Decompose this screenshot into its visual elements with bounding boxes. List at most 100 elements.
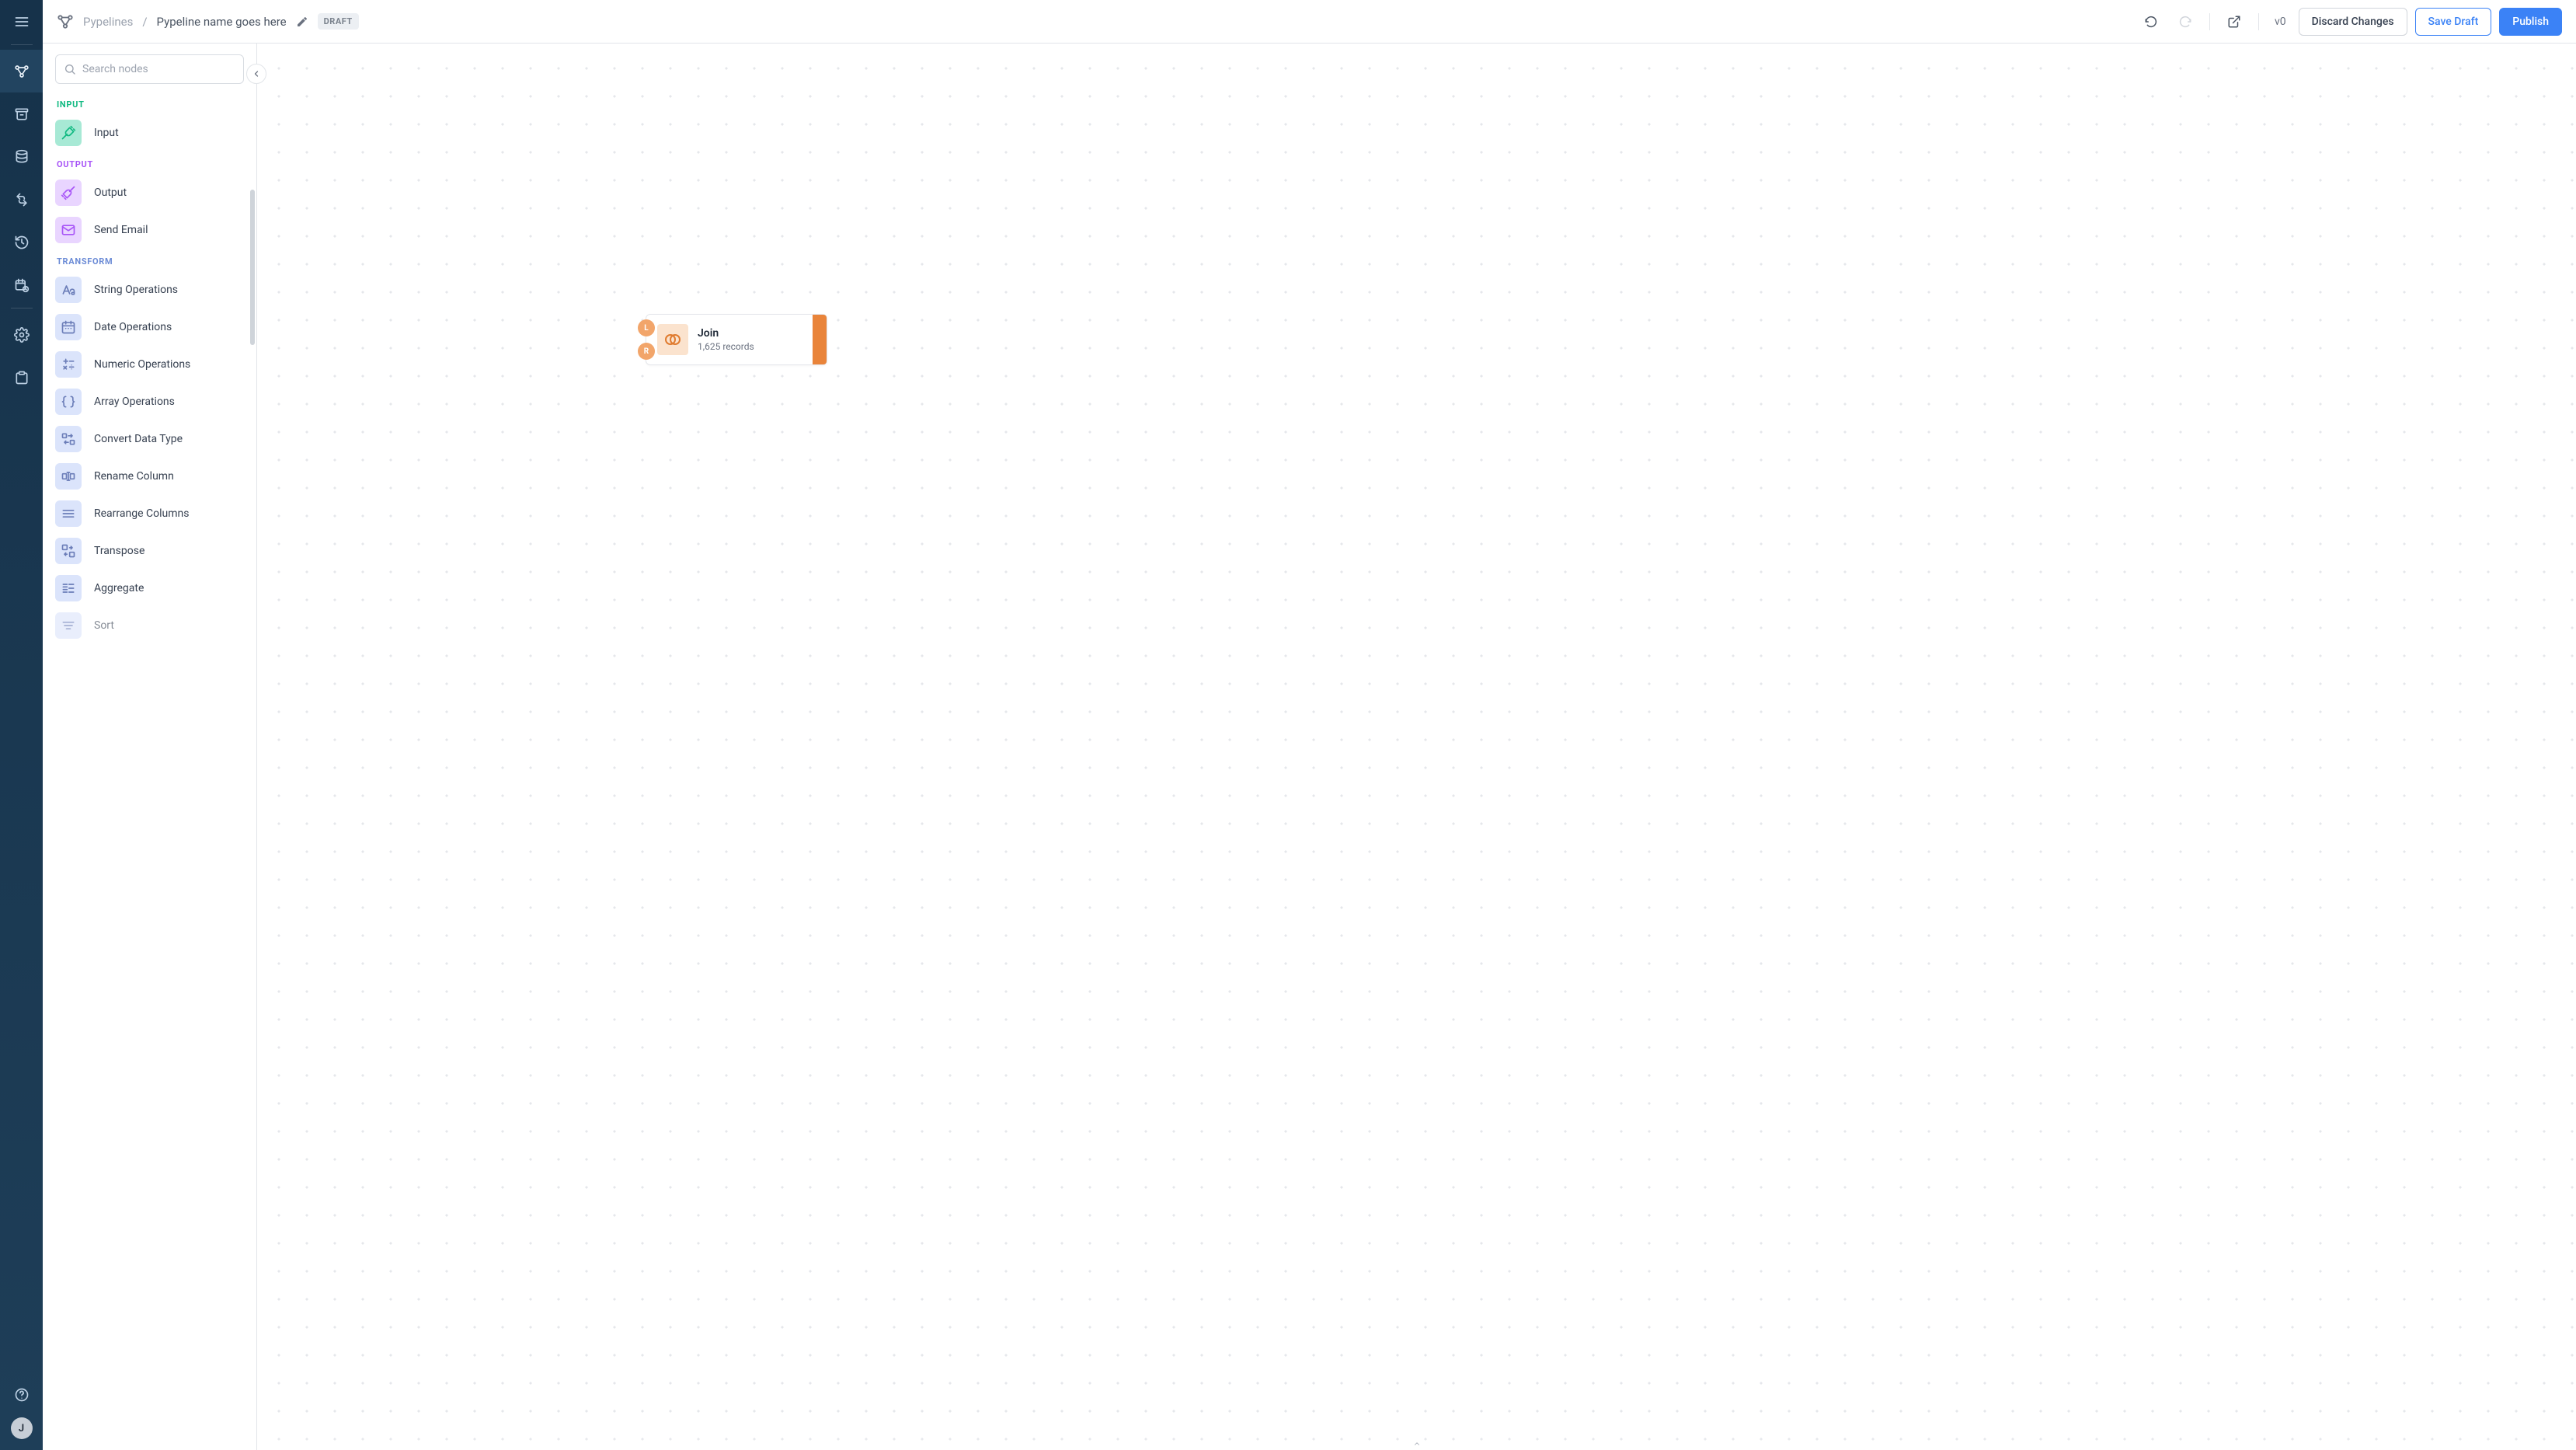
rename-button[interactable] — [296, 16, 308, 28]
node-send-email[interactable]: Send Email — [55, 211, 250, 249]
nav-settings[interactable] — [0, 313, 43, 356]
nav-archive[interactable] — [0, 92, 43, 135]
calendar-clock-icon — [14, 277, 30, 293]
pipeline-icon — [14, 64, 30, 79]
node-panel: INPUT Input OUTPUT Output — [43, 44, 257, 1450]
nav-pipelines[interactable] — [0, 50, 43, 92]
node-label: Sort — [94, 619, 114, 632]
nav-rail: J — [0, 0, 43, 1450]
toolbar: Pypelines / Pypeline name goes here DRAF… — [43, 0, 2576, 44]
history-icon — [14, 235, 30, 250]
node-input[interactable]: Input — [55, 114, 250, 152]
pencil-icon — [296, 16, 308, 28]
clipboard-icon — [14, 370, 30, 385]
node-label: String Operations — [94, 284, 178, 296]
nav-connections[interactable] — [0, 178, 43, 221]
node-list[interactable]: INPUT Input OUTPUT Output — [43, 89, 256, 1450]
node-date-operations[interactable]: Date Operations — [55, 308, 250, 346]
node-label: Rename Column — [94, 470, 174, 483]
sort-icon-svg — [61, 618, 76, 633]
node-rearrange-columns[interactable]: Rearrange Columns — [55, 495, 250, 532]
join-icon — [663, 330, 682, 349]
toolbar-separator — [2209, 13, 2210, 30]
database-icon — [14, 149, 30, 165]
convert-type-icon — [55, 426, 82, 452]
send-email-icon — [55, 217, 82, 243]
breadcrumb-root[interactable]: Pypelines — [83, 15, 133, 29]
join-output-port[interactable] — [813, 315, 827, 364]
bottom-drawer-handle[interactable] — [257, 1438, 2576, 1450]
node-label: Array Operations — [94, 396, 175, 408]
help-button[interactable] — [0, 1382, 43, 1408]
node-label: Input — [94, 127, 119, 139]
main-area: Pypelines / Pypeline name goes here DRAF… — [43, 0, 2576, 1450]
discard-button[interactable]: Discard Changes — [2299, 8, 2407, 36]
redo-icon — [2178, 15, 2192, 29]
search-input-wrapper[interactable] — [55, 54, 244, 84]
node-transpose[interactable]: Transpose — [55, 532, 250, 570]
publish-button[interactable]: Publish — [2499, 8, 2562, 36]
nav-database[interactable] — [0, 135, 43, 178]
text-icon — [61, 282, 76, 298]
columns-icon — [61, 506, 76, 521]
draft-badge: DRAFT — [318, 13, 359, 30]
date-ops-icon — [55, 314, 82, 340]
node-convert-data-type[interactable]: Convert Data Type — [55, 420, 250, 458]
node-sort[interactable]: Sort — [55, 607, 250, 644]
output-node-icon — [55, 180, 82, 206]
canvas[interactable]: L R Join 1,625 records — [257, 44, 2576, 1450]
array-ops-icon — [55, 389, 82, 415]
node-output[interactable]: Output — [55, 174, 250, 211]
nav-schedule[interactable] — [0, 263, 43, 306]
undo-icon — [2144, 15, 2158, 29]
rename-col-icon — [55, 463, 82, 490]
nav-clipboard[interactable] — [0, 356, 43, 399]
node-label: Convert Data Type — [94, 433, 183, 445]
node-label: Output — [94, 186, 127, 199]
open-external-button[interactable] — [2221, 9, 2247, 35]
rearrange-icon — [55, 500, 82, 527]
chevron-left-icon — [252, 69, 261, 78]
group-label-transform: TRANSFORM — [57, 256, 250, 267]
workspace: INPUT Input OUTPUT Output — [43, 44, 2576, 1450]
plug-icon — [14, 192, 30, 207]
undo-button[interactable] — [2138, 9, 2164, 35]
node-rename-column[interactable]: Rename Column — [55, 458, 250, 495]
user-avatar[interactable]: J — [11, 1417, 33, 1439]
input-node-icon — [55, 120, 82, 146]
search-input[interactable] — [82, 63, 235, 75]
node-numeric-operations[interactable]: Numeric Operations — [55, 346, 250, 383]
sort-icon — [55, 612, 82, 639]
node-string-operations[interactable]: String Operations — [55, 271, 250, 308]
toolbar-separator — [2258, 13, 2259, 30]
plug-out-icon — [61, 185, 76, 200]
gear-icon — [14, 327, 30, 343]
search-icon — [64, 63, 76, 75]
menu-button[interactable] — [0, 0, 43, 43]
node-aggregate[interactable]: Aggregate — [55, 570, 250, 607]
numeric-ops-icon — [55, 351, 82, 378]
canvas-node-join[interactable]: L R Join 1,625 records — [646, 314, 827, 365]
braces-icon — [61, 394, 76, 410]
math-icon — [61, 357, 76, 372]
transpose-icon — [55, 538, 82, 564]
mail-icon — [61, 222, 76, 238]
join-node-subtitle: 1,625 records — [698, 341, 827, 352]
group-label-output: OUTPUT — [57, 159, 250, 169]
node-label: Numeric Operations — [94, 358, 190, 371]
save-draft-button[interactable]: Save Draft — [2415, 8, 2492, 36]
node-label: Transpose — [94, 545, 144, 557]
collapse-panel-button[interactable] — [246, 64, 266, 84]
chevron-up-icon — [1411, 1440, 1423, 1448]
aggregate-icon-svg — [61, 580, 76, 596]
hamburger-icon — [14, 14, 30, 30]
plug-in-icon — [61, 125, 76, 141]
nav-history[interactable] — [0, 221, 43, 263]
join-port-right[interactable]: R — [638, 343, 655, 360]
join-port-left[interactable]: L — [638, 319, 655, 336]
node-label: Aggregate — [94, 582, 144, 594]
node-array-operations[interactable]: Array Operations — [55, 383, 250, 420]
string-ops-icon — [55, 277, 82, 303]
scrollbar-thumb[interactable] — [250, 190, 255, 345]
pipeline-breadcrumb-icon — [57, 13, 74, 30]
